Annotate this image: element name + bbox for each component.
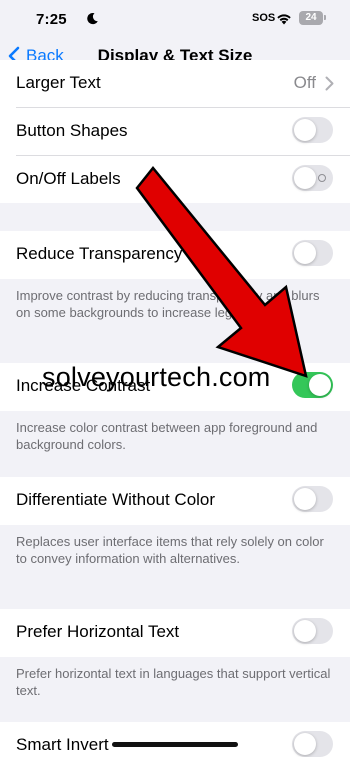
smart-invert-toggle[interactable]	[292, 731, 333, 757]
differentiate-toggle[interactable]	[292, 486, 333, 512]
settings-group-differentiate: Differentiate Without Color	[0, 477, 350, 525]
home-indicator	[112, 742, 238, 747]
row-label: Smart Invert	[16, 735, 109, 754]
wifi-icon	[277, 14, 291, 25]
row-label: Differentiate Without Color	[16, 490, 216, 509]
row-label: On/Off Labels	[16, 169, 121, 188]
button-shapes-toggle[interactable]	[292, 117, 333, 143]
row-prefer-horizontal-text: Prefer Horizontal Text	[0, 609, 350, 657]
toggle-knob	[294, 242, 316, 264]
detail-value: Off	[293, 73, 316, 92]
row-label: Reduce Transparency	[16, 244, 183, 263]
settings-group-smart-invert: Smart Invert	[0, 722, 350, 757]
reduce-transparency-toggle[interactable]	[292, 240, 333, 266]
larger-text-value: Off	[294, 73, 334, 93]
battery-icon: 24	[299, 11, 323, 25]
moon-icon	[87, 12, 98, 25]
status-time: 7:25	[36, 11, 67, 28]
toggle-knob	[294, 167, 316, 189]
differentiate-footer: Replaces user interface items that rely …	[16, 534, 324, 566]
status-bar: 7:25 SOS 24	[0, 0, 350, 40]
row-differentiate-without-color: Differentiate Without Color	[0, 477, 350, 525]
toggle-knob	[294, 620, 316, 642]
toggle-knob	[309, 374, 331, 396]
increase-contrast-footer: Increase color contrast between app fore…	[16, 420, 318, 452]
settings-group-horizontal-text: Prefer Horizontal Text	[0, 609, 350, 657]
toggle-knob	[294, 733, 316, 755]
increase-contrast-toggle[interactable]	[292, 372, 333, 398]
on-off-labels-toggle[interactable]	[292, 165, 333, 191]
row-label: Prefer Horizontal Text	[16, 622, 180, 641]
row-reduce-transparency: Reduce Transparency	[0, 231, 350, 279]
row-larger-text[interactable]: Larger Text Off	[0, 60, 350, 108]
reduce-transparency-footer: Improve contrast by reducing transparenc…	[16, 288, 320, 320]
row-button-shapes: Button Shapes	[0, 108, 350, 156]
horizontal-text-footer: Prefer horizontal text in languages that…	[16, 666, 331, 698]
settings-group-text: Larger Text Off Button Shapes On/Off Lab…	[0, 60, 350, 203]
battery-tip	[324, 15, 326, 20]
chevron-right-icon	[325, 76, 334, 90]
off-label-icon	[318, 174, 326, 182]
sos-indicator: SOS	[252, 12, 276, 24]
row-label: Button Shapes	[16, 121, 128, 140]
row-on-off-labels: On/Off Labels	[0, 156, 350, 204]
row-smart-invert: Smart Invert	[0, 722, 350, 757]
row-label: Larger Text	[16, 73, 101, 92]
horizontal-text-toggle[interactable]	[292, 618, 333, 644]
toggle-knob	[294, 119, 316, 141]
watermark-text: solveyourtech.com	[42, 362, 271, 392]
toggle-knob	[294, 488, 316, 510]
settings-group-transparency: Reduce Transparency	[0, 231, 350, 279]
